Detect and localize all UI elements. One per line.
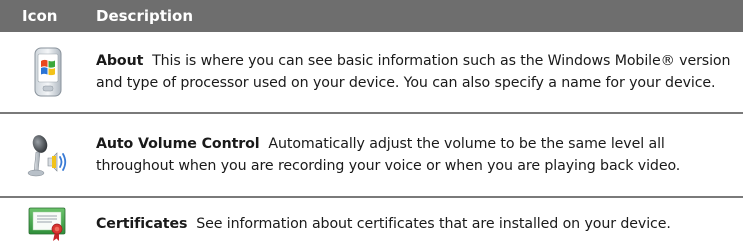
setting-text: This is where you can see basic informat… [96, 53, 731, 91]
auto-volume-description: Auto Volume Control Automatically adjust… [96, 133, 743, 177]
about-device-icon [0, 47, 96, 97]
microphone-speaker-icon [0, 132, 96, 178]
setting-name: Auto Volume Control [96, 136, 260, 152]
setting-name: About [96, 53, 144, 69]
certificate-icon [0, 206, 96, 242]
certificates-description: Certificates See information about certi… [96, 213, 743, 235]
about-description: About This is where you can see basic in… [96, 50, 743, 94]
table-row: Auto Volume Control Automatically adjust… [0, 114, 743, 198]
table-row: Certificates See information about certi… [0, 198, 743, 250]
icon-column-header: Icon [22, 7, 58, 25]
description-column-header: Description [96, 7, 194, 25]
table-header: Icon Description [0, 0, 743, 32]
settings-icon-table: Icon Description About This is where you… [0, 0, 743, 250]
setting-text: See information about certificates that … [196, 216, 671, 232]
table-row: About This is where you can see basic in… [0, 32, 743, 114]
setting-name: Certificates [96, 216, 188, 232]
